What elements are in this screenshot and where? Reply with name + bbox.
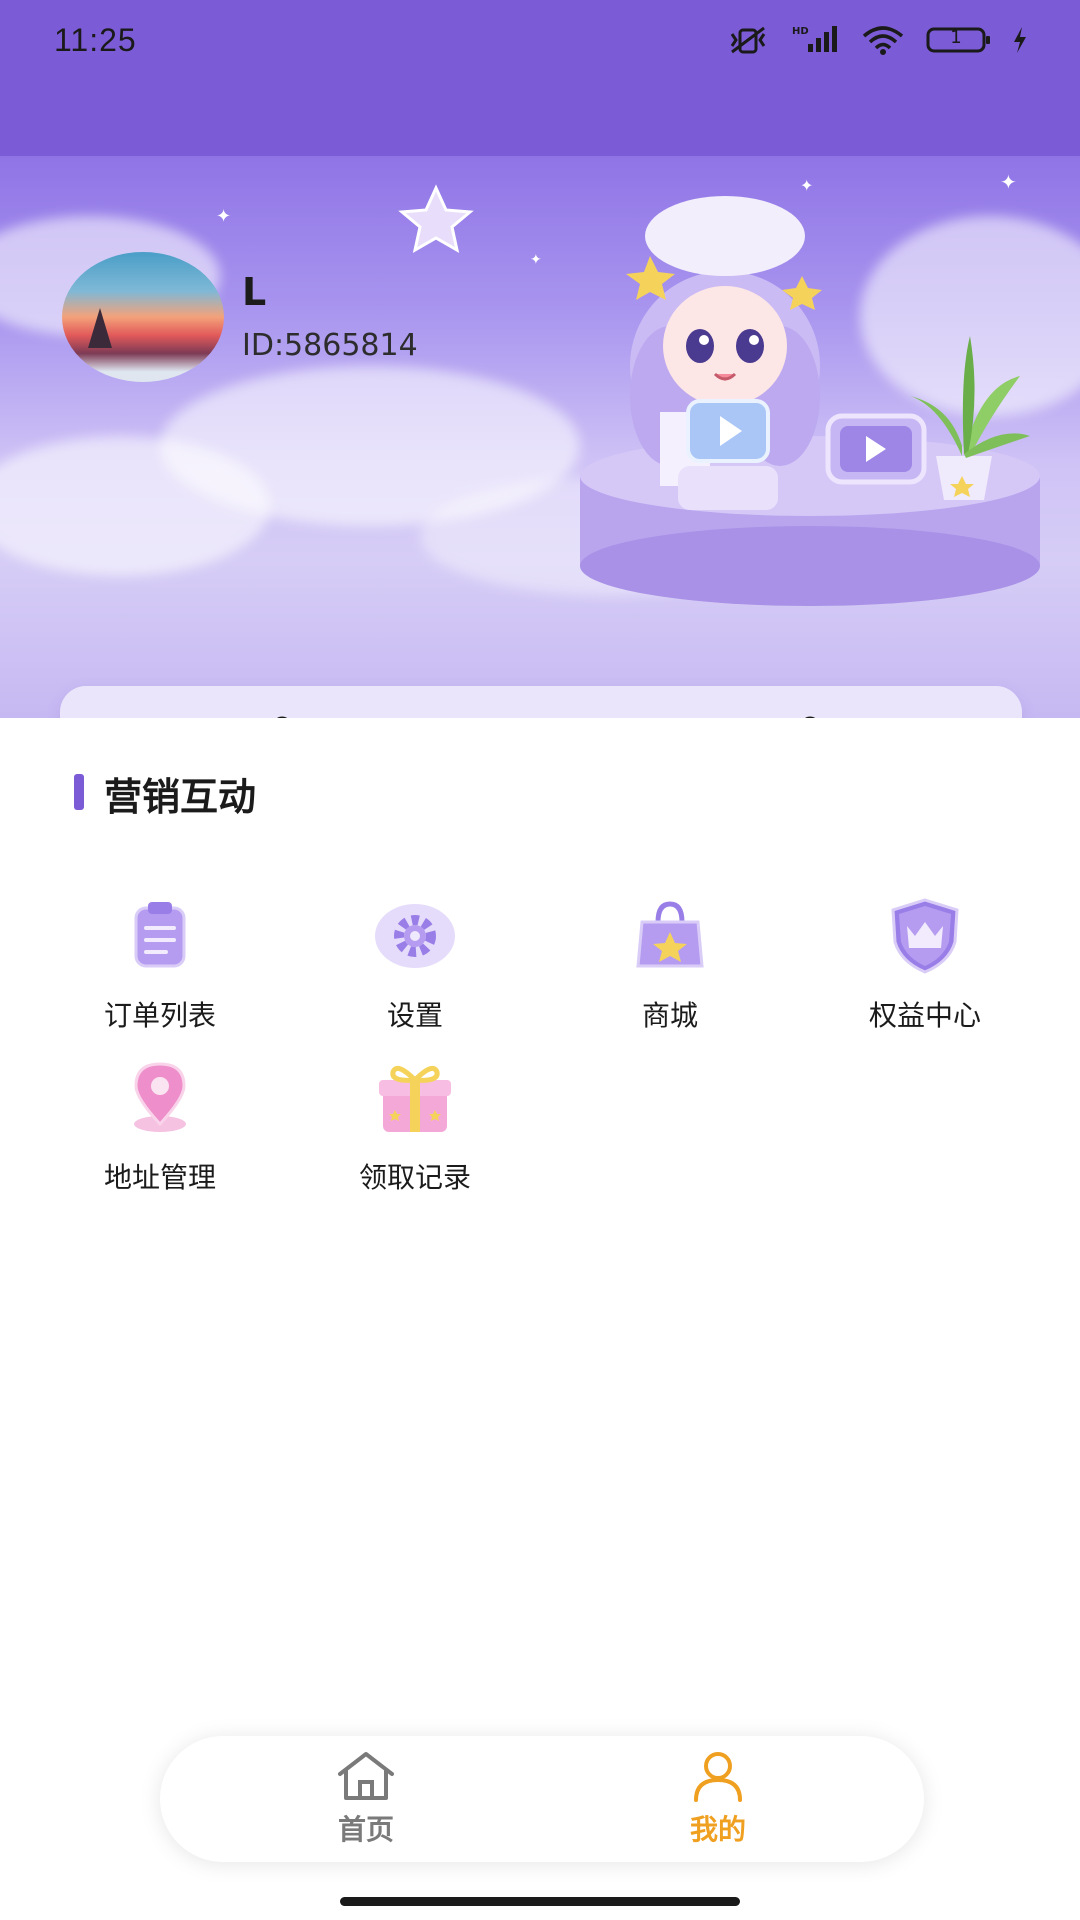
coupons-item[interactable]: 0 卡券	[760, 706, 920, 718]
menu-item-address-management[interactable]: 地址管理	[35, 1058, 285, 1208]
shop-icon	[636, 901, 704, 968]
menu-item-label: 商城	[641, 999, 698, 1032]
section-title: 营销互动	[104, 775, 257, 819]
star-decoration-icon	[398, 184, 474, 253]
tab-home[interactable]: 首页	[286, 1750, 446, 1850]
user-id: ID:5865814	[242, 328, 418, 363]
profile-banner: ✦ ✦ ✦ ✦ L ID:5865814	[0, 156, 1080, 718]
gift-icon	[379, 1065, 451, 1132]
settings-icon	[375, 904, 455, 968]
sparkle-icon: ✦	[530, 252, 542, 268]
status-icons: HD 1	[726, 24, 1028, 56]
points-item[interactable]: 0 积分	[230, 706, 390, 718]
menu-item-shop[interactable]: 商城	[545, 896, 795, 1046]
user-icon	[694, 1752, 742, 1802]
battery-icon: 1	[926, 26, 992, 54]
charging-icon	[1012, 26, 1028, 54]
menu-item-benefits-center[interactable]: 权益中心	[800, 896, 1050, 1046]
bottom-navigation: 首页 我的	[160, 1736, 924, 1862]
coupons-value: 0	[798, 710, 822, 718]
user-name: L	[242, 270, 267, 314]
home-indicator[interactable]	[340, 1897, 740, 1906]
stats-card: 0 积分 0 卡券	[60, 686, 1022, 718]
home-icon	[338, 1752, 394, 1800]
points-value: 0	[270, 710, 294, 718]
svg-text:HD: HD	[792, 26, 809, 37]
menu-item-label: 领取记录	[358, 1161, 471, 1194]
location-pin-icon	[134, 1062, 186, 1132]
section-accent-bar	[74, 774, 84, 810]
tab-mine[interactable]: 我的	[638, 1750, 798, 1850]
avatar[interactable]	[62, 252, 224, 382]
menu-item-label: 地址管理	[103, 1161, 216, 1194]
tab-home-label: 首页	[337, 1813, 394, 1846]
wifi-icon	[860, 24, 906, 56]
status-time: 11:25	[54, 22, 137, 58]
battery-level: 1	[950, 27, 962, 48]
menu-item-claim-records[interactable]: 领取记录	[290, 1058, 540, 1208]
signal-hd-icon: HD	[790, 24, 840, 56]
tab-mine-label: 我的	[689, 1813, 746, 1846]
menu-item-label: 设置	[386, 999, 443, 1032]
menu-item-label: 权益中心	[868, 999, 981, 1032]
vibrate-mute-icon	[726, 24, 770, 56]
crown-shield-icon	[891, 898, 959, 974]
sparkle-icon: ✦	[216, 206, 232, 227]
menu-item-order-list[interactable]: 订单列表	[35, 896, 285, 1046]
order-list-icon	[134, 902, 186, 968]
mascot-illustration	[580, 196, 1040, 606]
menu-item-label: 订单列表	[103, 999, 216, 1032]
status-bar: 11:25 HD 1	[0, 0, 1080, 156]
menu-item-settings[interactable]: 设置	[290, 896, 540, 1046]
